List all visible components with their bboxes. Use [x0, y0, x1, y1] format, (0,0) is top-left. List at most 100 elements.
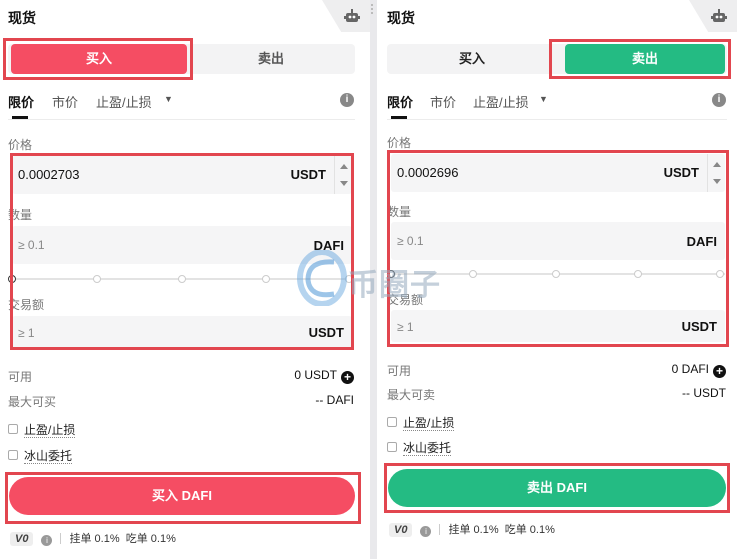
max-label: 最大可卖 [387, 388, 436, 402]
available-row: 可用 0 USDT + [8, 368, 354, 384]
caret-down-icon[interactable]: ▼ [539, 94, 548, 104]
checkbox-icon[interactable] [387, 442, 397, 452]
amount-label: 数量 [387, 205, 412, 219]
sell-tab[interactable]: 卖出 [565, 44, 725, 74]
slider-stop-75[interactable] [634, 270, 642, 278]
tab-market[interactable]: 市价 [52, 92, 78, 111]
slider-stop-0[interactable] [387, 270, 395, 278]
tab-market[interactable]: 市价 [430, 92, 456, 111]
side-switch: 买入 卖出 [387, 44, 727, 74]
robot-icon[interactable] [344, 9, 360, 28]
max-label: 最大可买 [8, 395, 57, 409]
sell-tab[interactable]: 卖出 [188, 44, 354, 74]
maker-fee: 挂单 0.1% [448, 524, 499, 536]
amount-slider[interactable] [387, 268, 725, 280]
price-unit: USDT [663, 165, 699, 180]
slider-stop-25[interactable] [469, 270, 477, 278]
fee-footer: V0 i 挂单 0.1% 吃单 0.1% [10, 530, 176, 546]
amount-placeholder: ≥ 0.1 [397, 234, 424, 248]
available-row: 可用 0 DAFI + [387, 362, 726, 378]
total-placeholder: ≥ 1 [397, 320, 414, 334]
total-unit: USDT [681, 319, 717, 334]
taker-fee: 吃单 0.1% [125, 533, 176, 545]
price-value: 0.0002696 [397, 165, 459, 180]
decrement-icon [340, 181, 348, 186]
amount-unit: DAFI [686, 234, 717, 249]
available-label: 可用 [387, 364, 412, 378]
bot-corner[interactable] [689, 0, 737, 32]
total-input[interactable]: ≥ 1 USDT [391, 310, 725, 342]
fee-footer: V0 i 挂单 0.1% 吃单 0.1% [389, 521, 555, 537]
price-stepper[interactable] [334, 156, 352, 194]
price-input[interactable]: 0.0002696 USDT [391, 154, 725, 192]
caret-down-icon[interactable]: ▼ [164, 94, 173, 104]
increment-icon [713, 162, 721, 167]
buy-tab[interactable]: 买入 [387, 44, 557, 74]
amount-input[interactable]: ≥ 0.1 DAFI [12, 226, 352, 264]
iceberg-checkbox[interactable]: 冰山委托 [8, 449, 128, 465]
taker-fee: 吃单 0.1% [504, 524, 555, 536]
iceberg-checkbox-label: 冰山委托 [24, 449, 73, 464]
panel-title: 现货 [387, 10, 415, 26]
more-handle-icon[interactable] [371, 4, 374, 14]
sell-submit-button[interactable]: 卖出 DAFI [388, 469, 726, 507]
slider-stop-100[interactable] [345, 275, 353, 283]
amount-label: 数量 [8, 208, 33, 222]
divider [387, 119, 727, 120]
slider-stop-25[interactable] [93, 275, 101, 283]
total-input[interactable]: ≥ 1 USDT [12, 316, 352, 348]
tab-tpsl[interactable]: 止盈/止损 [96, 92, 152, 111]
tpsl-checkbox[interactable]: 止盈/止损 [387, 416, 507, 432]
tab-limit[interactable]: 限价 [8, 92, 34, 111]
price-input[interactable]: 0.0002703 USDT [12, 156, 352, 194]
available-label: 可用 [8, 370, 33, 384]
info-icon[interactable]: i [712, 93, 726, 107]
total-label: 交易额 [8, 298, 45, 312]
slider-stop-50[interactable] [552, 270, 560, 278]
buy-tab[interactable]: 买入 [11, 44, 187, 74]
robot-icon[interactable] [711, 9, 727, 28]
slider-stop-50[interactable] [178, 275, 186, 283]
maker-fee: 挂单 0.1% [69, 533, 120, 545]
checkbox-icon[interactable] [387, 417, 397, 427]
iceberg-checkbox[interactable]: 冰山委托 [387, 441, 507, 457]
decrement-icon [713, 179, 721, 184]
tpsl-checkbox[interactable]: 止盈/止损 [8, 423, 128, 439]
amount-placeholder: ≥ 0.1 [18, 238, 45, 252]
tab-tpsl[interactable]: 止盈/止损 [473, 92, 529, 111]
total-label: 交易额 [387, 293, 424, 307]
tpsl-checkbox-label: 止盈/止损 [403, 416, 455, 431]
info-icon[interactable]: i [41, 535, 53, 546]
max-value: -- USDT [682, 386, 726, 400]
panel-title: 现货 [8, 10, 36, 26]
checkbox-icon[interactable] [8, 424, 18, 434]
amount-slider[interactable] [8, 273, 353, 285]
info-icon[interactable]: i [340, 93, 354, 107]
slider-stop-0[interactable] [8, 275, 16, 283]
tab-limit[interactable]: 限价 [387, 92, 413, 111]
price-stepper[interactable] [707, 154, 725, 192]
vip-badge[interactable]: V0 [10, 532, 34, 546]
iceberg-checkbox-label: 冰山委托 [403, 441, 452, 456]
price-unit: USDT [290, 167, 326, 182]
slider-stop-75[interactable] [262, 275, 270, 283]
checkbox-icon[interactable] [8, 450, 18, 460]
max-row: 最大可卖 -- USDT [387, 386, 726, 402]
total-placeholder: ≥ 1 [18, 326, 35, 340]
max-row: 最大可买 -- DAFI [8, 393, 354, 409]
buy-submit-button[interactable]: 买入 DAFI [9, 477, 355, 515]
plus-circle-icon[interactable]: + [713, 365, 726, 378]
side-switch: 买入 卖出 [8, 44, 355, 74]
price-label: 价格 [8, 138, 33, 152]
total-unit: USDT [308, 325, 344, 340]
amount-unit: DAFI [313, 238, 344, 253]
price-value: 0.0002703 [18, 167, 80, 182]
info-icon[interactable]: i [420, 526, 432, 537]
divider [8, 119, 355, 120]
plus-circle-icon[interactable]: + [341, 371, 354, 384]
bot-corner[interactable] [322, 0, 373, 32]
amount-input[interactable]: ≥ 0.1 DAFI [391, 222, 725, 260]
vip-badge[interactable]: V0 [389, 523, 413, 537]
slider-stop-100[interactable] [716, 270, 724, 278]
spot-sell-panel: 现货 买入 卖出 限价 市价 止盈/止损 ▼ i 价格 0.0002696 US… [377, 0, 745, 559]
